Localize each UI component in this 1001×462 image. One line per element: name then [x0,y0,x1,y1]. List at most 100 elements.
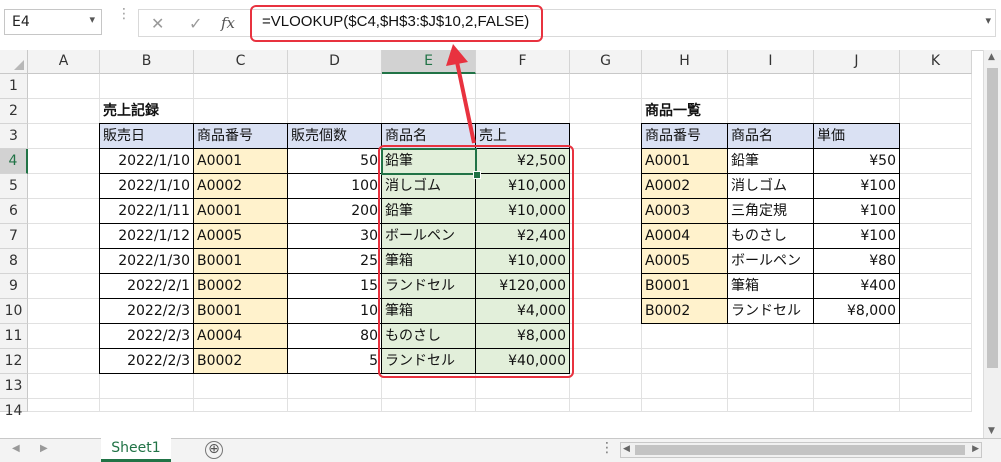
grid-cell[interactable] [642,349,728,374]
sales-date-cell[interactable]: 2022/1/11 [99,198,194,224]
row-header-9[interactable]: 9 [0,274,28,299]
column-header-b[interactable]: B [100,50,194,74]
products-price-cell[interactable]: ¥100 [813,173,900,199]
grid-cell[interactable] [382,99,476,124]
column-header-d[interactable]: D [288,50,382,74]
tab-sheet1[interactable]: Sheet1 [101,438,171,462]
grid-cell[interactable] [28,274,100,299]
grid-cell[interactable] [570,99,642,124]
grid-cell[interactable] [570,174,642,199]
row-header-10[interactable]: 10 [0,299,28,324]
grid-cell[interactable] [728,349,814,374]
sales-date-cell[interactable]: 2022/2/3 [99,348,194,374]
grid-cell[interactable] [814,74,900,99]
row-header-11[interactable]: 11 [0,324,28,349]
sales-date-cell[interactable]: 2022/2/3 [99,323,194,349]
products-header-cell[interactable]: 単価 [813,123,900,149]
column-header-i[interactable]: I [728,50,814,74]
grid-cell[interactable] [900,349,972,374]
grid-cell[interactable] [900,99,972,124]
grid-cell[interactable] [728,399,814,412]
sales-qty-cell[interactable]: 15 [287,273,382,299]
grid-cell[interactable] [728,324,814,349]
products-name-cell[interactable]: 消しゴム [727,173,814,199]
grid-cell[interactable] [288,74,382,99]
products-code-cell[interactable]: A0004 [641,223,728,249]
grid-cell[interactable] [728,74,814,99]
select-all-corner[interactable] [0,50,28,74]
grid-cell[interactable] [642,74,728,99]
row-header-2[interactable]: 2 [0,99,28,124]
grid-cell[interactable] [642,374,728,399]
row-header-3[interactable]: 3 [0,124,28,149]
column-header-e[interactable]: E [382,50,476,74]
sales-code-cell[interactable]: B0002 [193,273,288,299]
row-header-1[interactable]: 1 [0,74,28,99]
products-price-cell[interactable]: ¥8,000 [813,298,900,324]
vertical-scrollbar[interactable]: ▲ ▼ [983,50,1001,438]
cancel-icon[interactable]: ✕ [151,14,164,33]
scroll-right-icon[interactable]: ▶ [972,444,979,454]
products-code-cell[interactable]: B0001 [641,273,728,299]
grid-cell[interactable] [900,124,972,149]
grid-cell[interactable] [900,74,972,99]
sales-qty-cell[interactable]: 10 [287,298,382,324]
products-name-cell[interactable]: ボールペン [727,248,814,274]
column-header-j[interactable]: J [814,50,900,74]
grid-cell[interactable] [382,74,476,99]
sales-code-cell[interactable]: A0002 [193,173,288,199]
grid-cell[interactable] [814,99,900,124]
grid-cell[interactable] [28,74,100,99]
grid-cell[interactable] [288,374,382,399]
products-name-cell[interactable]: 鉛筆 [727,148,814,174]
grid-cell[interactable] [814,374,900,399]
column-header-g[interactable]: G [570,50,642,74]
products-name-cell[interactable]: ランドセル [727,298,814,324]
grid-cell[interactable] [570,349,642,374]
drag-handle-icon[interactable]: ⋮ [117,7,131,21]
products-code-cell[interactable]: A0005 [641,248,728,274]
split-handle-icon[interactable]: ⋮ [600,440,614,456]
products-price-cell[interactable]: ¥100 [813,198,900,224]
grid-cell[interactable] [814,324,900,349]
grid-cell[interactable] [814,399,900,412]
row-header-13[interactable]: 13 [0,374,28,399]
horizontal-scrollbar[interactable]: ◀ ▶ [620,442,982,458]
grid-cell[interactable] [28,224,100,249]
name-box[interactable]: E4 ▾ [4,9,102,35]
grid-cell[interactable] [570,399,642,412]
chevron-down-icon[interactable]: ▾ [89,13,95,26]
products-code-cell[interactable]: A0001 [641,148,728,174]
grid-cell[interactable] [28,374,100,399]
insert-function-icon[interactable]: fx [221,14,235,32]
column-header-f[interactable]: F [476,50,570,74]
grid-cell[interactable] [900,324,972,349]
sales-qty-cell[interactable]: 100 [287,173,382,199]
grid-cell[interactable] [476,74,570,99]
grid-cell[interactable] [570,224,642,249]
grid-cell[interactable] [100,74,194,99]
sales-code-cell[interactable]: B0001 [193,248,288,274]
sales-title[interactable]: 売上記録 [100,99,195,125]
sales-code-cell[interactable]: B0002 [193,348,288,374]
row-header-7[interactable]: 7 [0,224,28,249]
sales-code-cell[interactable]: B0001 [193,298,288,324]
products-header-cell[interactable]: 商品名 [727,123,814,149]
products-price-cell[interactable]: ¥400 [813,273,900,299]
grid-cell[interactable] [28,299,100,324]
scroll-left-icon[interactable]: ◀ [623,444,630,454]
products-name-cell[interactable]: 筆箱 [727,273,814,299]
sales-qty-cell[interactable]: 80 [287,323,382,349]
sales-date-cell[interactable]: 2022/1/10 [99,148,194,174]
sales-date-cell[interactable]: 2022/2/3 [99,298,194,324]
row-header-12[interactable]: 12 [0,349,28,374]
grid-cell[interactable] [728,99,814,124]
row-header-5[interactable]: 5 [0,174,28,199]
grid-cell[interactable] [900,149,972,174]
sales-date-cell[interactable]: 2022/1/10 [99,173,194,199]
sales-qty-cell[interactable]: 5 [287,348,382,374]
grid-cell[interactable] [194,99,288,124]
grid-cell[interactable] [900,224,972,249]
products-name-cell[interactable]: ものさし [727,223,814,249]
sales-date-cell[interactable]: 2022/2/1 [99,273,194,299]
